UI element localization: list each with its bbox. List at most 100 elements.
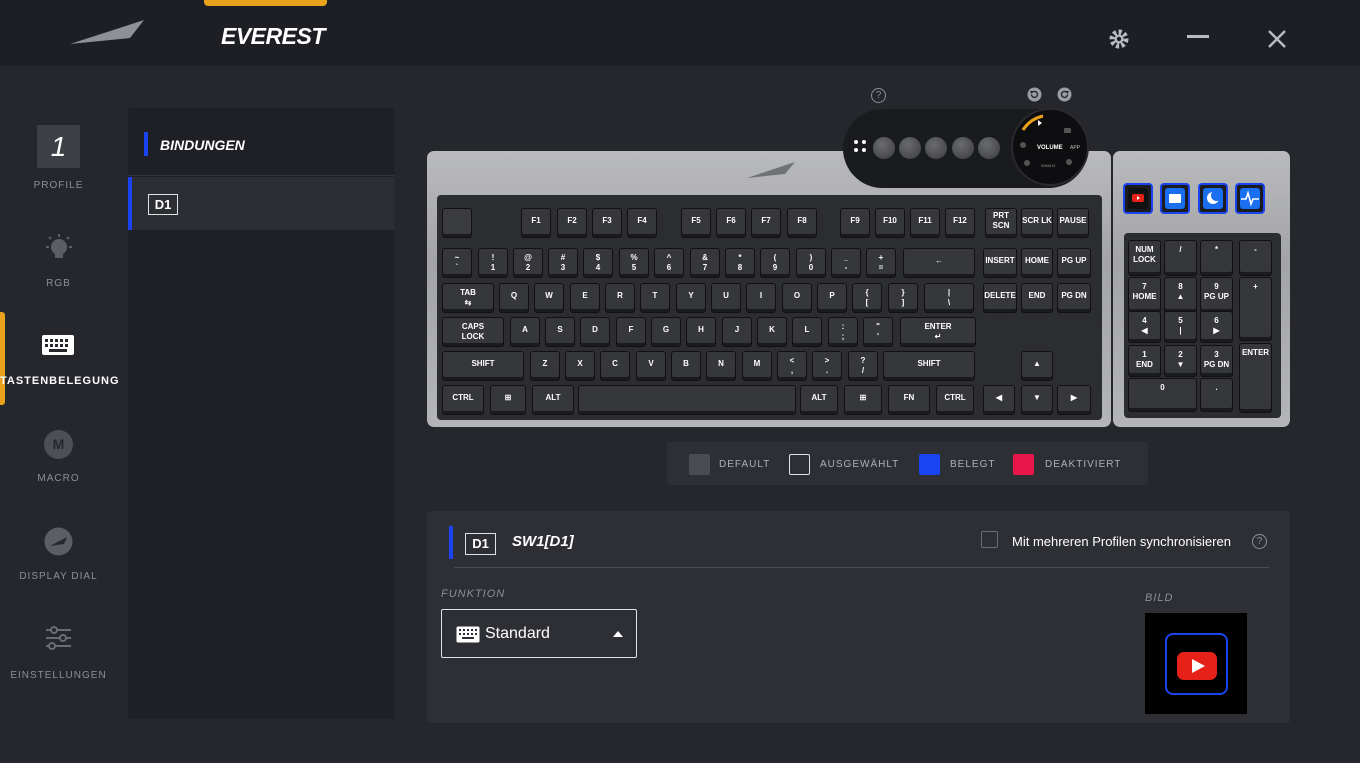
key-2-2[interactable]: W xyxy=(534,283,564,313)
function-select[interactable]: Standard xyxy=(441,609,637,658)
display-dial[interactable]: VOLUME APP WIN/LN xyxy=(1011,108,1089,186)
numpad-key-2[interactable]: * xyxy=(1200,240,1233,276)
key-3-0[interactable]: CAPS LOCK xyxy=(442,317,504,347)
key-0-4[interactable]: F4 xyxy=(627,208,657,238)
numpad-key-6[interactable]: 9 PG UP xyxy=(1200,277,1233,313)
key-2-16[interactable]: PG DN xyxy=(1057,283,1091,313)
key-1-8[interactable]: * 8 xyxy=(725,248,755,278)
key-3-5[interactable]: G xyxy=(651,317,681,347)
key-2-7[interactable]: U xyxy=(711,283,741,313)
key-3-8[interactable]: K xyxy=(757,317,787,347)
binding-item-d1[interactable]: D1 xyxy=(128,177,394,230)
gear-icon[interactable] xyxy=(1106,26,1132,52)
app-key-folder[interactable] xyxy=(1160,183,1190,214)
key-5-1[interactable]: ⊞ xyxy=(490,385,526,415)
media-button-play[interactable] xyxy=(925,137,947,159)
key-2-12[interactable]: } ] xyxy=(888,283,918,313)
key-3-1[interactable]: A xyxy=(510,317,540,347)
key-5-2[interactable]: ALT xyxy=(532,385,574,415)
key-2-4[interactable]: R xyxy=(605,283,635,313)
numpad-key-5[interactable]: 8 ▲ xyxy=(1164,277,1197,313)
key-0-13[interactable]: PRT SCN xyxy=(985,208,1017,238)
key-5-3[interactable] xyxy=(578,385,796,415)
key-0-5[interactable]: F5 xyxy=(681,208,711,238)
key-3-4[interactable]: F xyxy=(616,317,646,347)
media-button-stop[interactable] xyxy=(952,137,974,159)
key-2-3[interactable]: E xyxy=(570,283,600,313)
key-3-7[interactable]: J xyxy=(722,317,752,347)
nav-item-display-dial[interactable]: DISPLAY DIAL xyxy=(0,526,117,618)
key-1-7[interactable]: & 7 xyxy=(690,248,720,278)
numpad-key-9[interactable]: 5 | xyxy=(1164,311,1197,343)
key-image[interactable] xyxy=(1145,613,1247,714)
key-4-5[interactable]: B xyxy=(671,351,701,381)
key-2-14[interactable]: DELETE xyxy=(983,283,1017,313)
key-4-11[interactable]: SHIFT xyxy=(883,351,975,381)
key-1-5[interactable]: % 5 xyxy=(619,248,649,278)
key-1-15[interactable]: HOME xyxy=(1021,248,1053,278)
key-0-2[interactable]: F2 xyxy=(557,208,587,238)
key-1-1[interactable]: ! 1 xyxy=(478,248,508,278)
key-5-7[interactable]: CTRL xyxy=(936,385,974,415)
key-3-10[interactable]: : ; xyxy=(828,317,858,347)
key-0-12[interactable]: F12 xyxy=(945,208,975,238)
key-5-0[interactable]: CTRL xyxy=(442,385,484,415)
key-5-6[interactable]: FN xyxy=(888,385,930,415)
key-5-5[interactable]: ⊞ xyxy=(844,385,882,415)
key-4-2[interactable]: X xyxy=(565,351,595,381)
key-5-9[interactable]: ▼ xyxy=(1021,385,1053,415)
key-2-10[interactable]: P xyxy=(817,283,847,313)
numpad-key-7[interactable]: + xyxy=(1239,277,1272,341)
app-key-youtube[interactable] xyxy=(1123,183,1153,214)
key-0-0[interactable] xyxy=(442,208,472,238)
numpad-key-11[interactable]: 1 END xyxy=(1128,345,1161,377)
key-1-9[interactable]: ( 9 xyxy=(760,248,790,278)
key-4-8[interactable]: < , xyxy=(777,351,807,381)
numpad-key-0[interactable]: NUM LOCK xyxy=(1128,240,1161,276)
numpad-key-16[interactable]: . xyxy=(1200,378,1233,412)
key-4-10[interactable]: ? / xyxy=(848,351,878,381)
key-3-12[interactable]: ENTER ↵ xyxy=(900,317,976,347)
numpad-key-3[interactable]: - xyxy=(1239,240,1272,276)
key-4-12[interactable]: ▲ xyxy=(1021,351,1053,381)
key-0-15[interactable]: PAUSE xyxy=(1057,208,1089,238)
key-2-6[interactable]: Y xyxy=(676,283,706,313)
key-2-0[interactable]: TAB ⇆ xyxy=(442,283,494,313)
key-1-2[interactable]: @ 2 xyxy=(513,248,543,278)
key-4-7[interactable]: M xyxy=(742,351,772,381)
media-button-mute[interactable] xyxy=(978,137,1000,159)
minimize-icon[interactable] xyxy=(1185,26,1211,52)
numpad-key-4[interactable]: 7 HOME xyxy=(1128,277,1161,313)
key-1-12[interactable]: + = xyxy=(866,248,896,278)
nav-item-macro[interactable]: M MACRO xyxy=(0,428,117,520)
key-2-11[interactable]: { [ xyxy=(852,283,882,313)
key-3-11[interactable]: " ' xyxy=(863,317,893,347)
help-icon[interactable]: ? xyxy=(871,88,886,103)
profile-number[interactable]: 1 xyxy=(37,125,80,168)
key-0-1[interactable]: F1 xyxy=(521,208,551,238)
numpad-key-14[interactable]: ENTER xyxy=(1239,343,1272,413)
key-4-9[interactable]: > . xyxy=(812,351,842,381)
key-4-4[interactable]: V xyxy=(636,351,666,381)
key-1-14[interactable]: INSERT xyxy=(983,248,1017,278)
sync-checkbox[interactable] xyxy=(981,531,998,548)
key-4-0[interactable]: SHIFT xyxy=(442,351,524,381)
key-2-15[interactable]: END xyxy=(1021,283,1053,313)
key-0-14[interactable]: SCR LK xyxy=(1021,208,1053,238)
key-1-10[interactable]: ) 0 xyxy=(796,248,826,278)
key-4-3[interactable]: C xyxy=(600,351,630,381)
key-5-8[interactable]: ◀ xyxy=(983,385,1015,415)
numpad-key-13[interactable]: 3 PG DN xyxy=(1200,345,1233,377)
numpad-key-8[interactable]: 4 ◀ xyxy=(1128,311,1161,343)
key-0-3[interactable]: F3 xyxy=(592,208,622,238)
key-3-6[interactable]: H xyxy=(686,317,716,347)
key-1-6[interactable]: ^ 6 xyxy=(654,248,684,278)
nav-item-tastenbelegung[interactable]: TASTENBELEGUNG xyxy=(0,330,119,422)
key-0-6[interactable]: F6 xyxy=(716,208,746,238)
nav-item-rgb[interactable]: RGB xyxy=(0,232,117,324)
key-0-7[interactable]: F7 xyxy=(751,208,781,238)
key-0-9[interactable]: F9 xyxy=(840,208,870,238)
key-1-11[interactable]: _ - xyxy=(831,248,861,278)
nav-item-einstellungen[interactable]: EINSTELLUNGEN xyxy=(0,624,117,716)
close-icon[interactable] xyxy=(1264,26,1290,52)
